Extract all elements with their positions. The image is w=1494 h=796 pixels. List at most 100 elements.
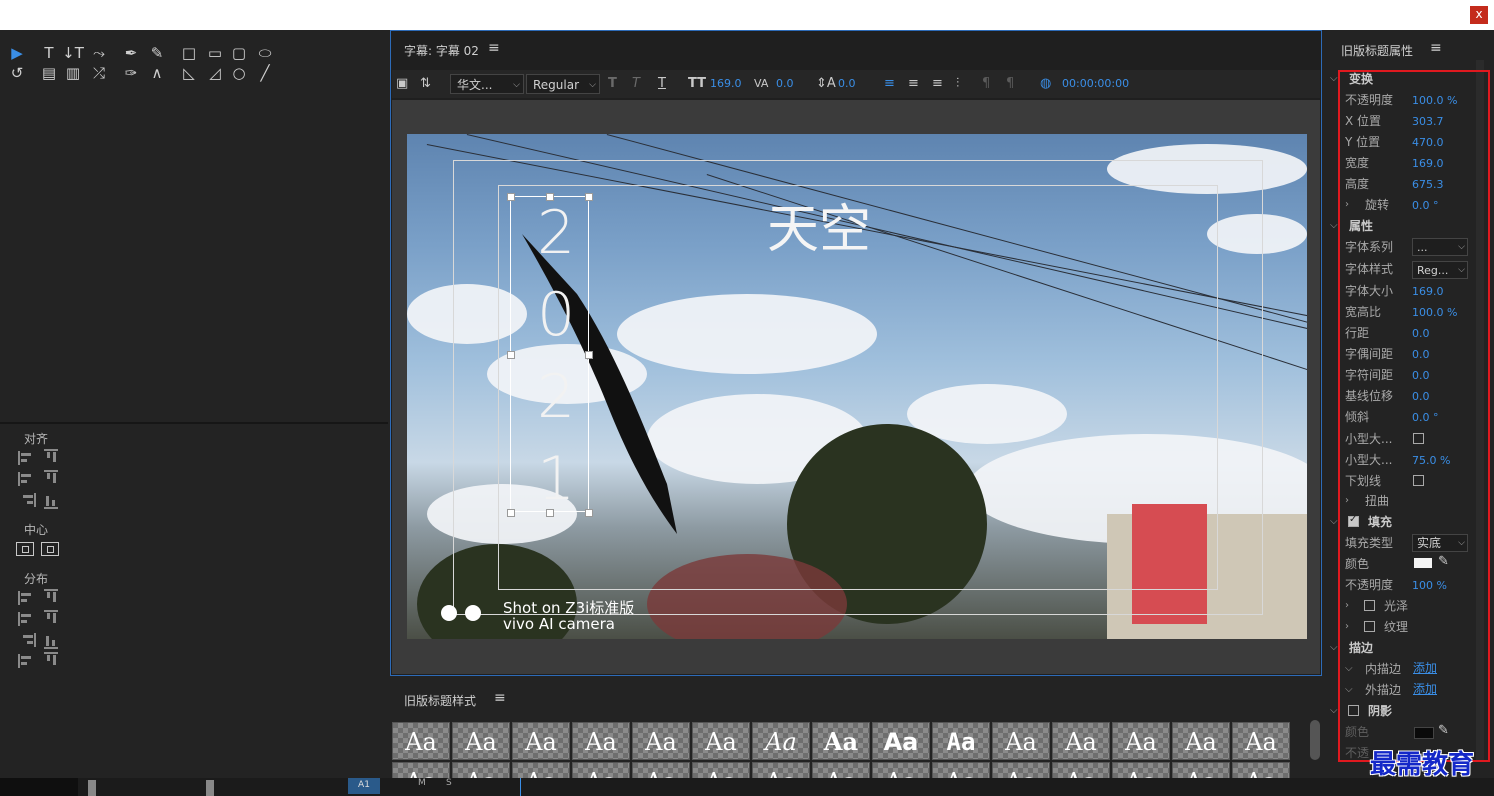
panel-menu-icon[interactable]: ≡	[494, 690, 506, 706]
show-background-video-icon[interactable]: ◍	[1040, 70, 1051, 98]
distribute-top-icon[interactable]	[44, 589, 58, 607]
distribute-horizontal-even-icon[interactable]	[18, 654, 36, 668]
selection-tool-icon[interactable]: ▶	[6, 43, 28, 63]
align-left-text-icon[interactable]: ≡	[884, 70, 895, 98]
tools-panel	[0, 30, 388, 780]
style-swatch[interactable]: Aa	[1052, 722, 1110, 760]
rotation-tool-icon[interactable]: ↺	[6, 63, 28, 83]
vertical-path-type-tool-icon[interactable]: ⤮	[88, 63, 110, 83]
resize-handle[interactable]	[585, 509, 593, 517]
bold-icon[interactable]: T	[608, 70, 617, 98]
style-swatch[interactable]: Aa	[392, 722, 450, 760]
type-tool-icon[interactable]: T	[38, 43, 60, 63]
chevron-down-icon[interactable]: ⌵	[1330, 514, 1338, 530]
distribute-bottom-icon[interactable]	[44, 631, 58, 649]
panel-menu-icon[interactable]: ≡	[1430, 40, 1442, 56]
playhead[interactable]	[520, 778, 521, 796]
wedge-tool-icon[interactable]: ◺	[178, 63, 200, 83]
style-swatch[interactable]: Aa	[932, 722, 990, 760]
chevron-down-icon[interactable]: ⌵	[1330, 71, 1338, 87]
vertical-title-char[interactable]: 2	[537, 367, 575, 427]
solo-button[interactable]: S	[446, 778, 452, 788]
distribute-left-icon[interactable]	[18, 591, 36, 605]
path-type-tool-icon[interactable]: ⤳	[88, 43, 110, 63]
style-swatch[interactable]: Aa	[452, 722, 510, 760]
align-vcenter-icon[interactable]	[44, 470, 58, 488]
style-swatch[interactable]: Aa	[812, 722, 870, 760]
styles-panel-tab[interactable]: 旧版标题样式	[404, 692, 476, 709]
center-vertical-icon[interactable]	[41, 542, 59, 556]
style-swatch[interactable]: Aa	[1112, 722, 1170, 760]
style-swatch[interactable]: Aa	[692, 722, 750, 760]
style-swatch[interactable]: Aa	[1172, 722, 1230, 760]
resize-handle[interactable]	[507, 193, 515, 201]
leading-value[interactable]: 0.0	[838, 70, 856, 98]
chevron-down-icon[interactable]: ⌵	[1330, 218, 1338, 234]
distribute-right-icon[interactable]	[18, 633, 36, 647]
resize-handle[interactable]	[585, 193, 593, 201]
close-button[interactable]: x	[1470, 6, 1488, 24]
center-horizontal-icon[interactable]	[16, 542, 34, 556]
line-tool-icon[interactable]: ╱	[254, 63, 276, 83]
resize-handle[interactable]	[507, 509, 515, 517]
align-bottom-icon[interactable]	[44, 491, 58, 509]
resize-handle[interactable]	[507, 351, 515, 359]
align-center-text-icon[interactable]: ≡	[908, 70, 919, 98]
vertical-title-char[interactable]: 1	[537, 449, 575, 509]
properties-panel-tab[interactable]: 旧版标题属性	[1341, 42, 1413, 59]
styles-scrollbar[interactable]	[1310, 720, 1320, 760]
roll-crawl-options-icon[interactable]: ⇅	[420, 70, 431, 98]
tab-stops-icon[interactable]: ⫶	[956, 70, 959, 98]
align-left-icon[interactable]	[18, 451, 36, 465]
chevron-down-icon[interactable]: ⌵	[1330, 640, 1338, 656]
vertical-type-tool-icon[interactable]: ↓T	[62, 43, 84, 63]
track-a1-button[interactable]: A1	[348, 778, 380, 794]
timecode-value[interactable]: 00:00:00:00	[1062, 70, 1129, 98]
mute-button[interactable]: M	[418, 778, 426, 788]
style-swatch[interactable]: Aa	[572, 722, 630, 760]
arc-tool-icon[interactable]: ◿	[204, 63, 226, 83]
underline-icon[interactable]: T	[658, 70, 666, 98]
rounded-corner-rect-tool-icon[interactable]: ▭	[204, 43, 226, 63]
text-direction-rtl-icon[interactable]: ¶	[1006, 70, 1014, 98]
font-family-dropdown[interactable]: 华文... ⌵	[450, 74, 524, 94]
new-title-icon[interactable]: ▣	[396, 70, 408, 98]
style-swatch[interactable]: Aa	[992, 722, 1050, 760]
resize-handle[interactable]	[585, 351, 593, 359]
clipped-corner-rect-tool-icon[interactable]: ▢	[228, 43, 250, 63]
pen-tool-icon[interactable]: ✒	[120, 43, 142, 63]
delete-anchor-tool-icon[interactable]: ✎	[146, 43, 168, 63]
timeline-marker[interactable]	[206, 780, 214, 796]
align-right-icon[interactable]	[18, 493, 36, 507]
vertical-title-char[interactable]: 2	[537, 203, 575, 263]
align-right-text-icon[interactable]: ≡	[932, 70, 943, 98]
style-swatch[interactable]: Aa	[752, 722, 810, 760]
align-hcenter-icon[interactable]	[18, 472, 36, 486]
distribute-vcenter-icon[interactable]	[44, 610, 58, 628]
style-swatch[interactable]: Aa	[512, 722, 570, 760]
sky-title-text[interactable]: 天空	[767, 200, 871, 260]
italic-icon[interactable]: T	[632, 70, 640, 98]
font-size-value[interactable]: 169.0	[710, 70, 742, 98]
chevron-down-icon[interactable]: ⌵	[1330, 703, 1338, 719]
title-panel-tab[interactable]: 字幕: 字幕 02	[404, 42, 479, 59]
timeline-marker[interactable]	[88, 780, 96, 796]
align-top-icon[interactable]	[44, 449, 58, 467]
ellipse-tool-icon[interactable]: ○	[228, 63, 250, 83]
style-swatch[interactable]: Aa	[1232, 722, 1290, 760]
vertical-area-type-tool-icon[interactable]: ▥	[62, 63, 84, 83]
style-swatch[interactable]: Aa	[632, 722, 690, 760]
add-anchor-tool-icon[interactable]: ✑	[120, 63, 142, 83]
font-style-dropdown[interactable]: Regular ⌵	[526, 74, 600, 94]
distribute-hcenter-icon[interactable]	[18, 612, 36, 626]
area-type-tool-icon[interactable]: ▤	[38, 63, 60, 83]
convert-anchor-tool-icon[interactable]: ∧	[146, 63, 168, 83]
rectangle-tool-icon[interactable]: □	[178, 43, 200, 63]
distribute-vertical-even-icon[interactable]	[44, 652, 58, 670]
kerning-value[interactable]: 0.0	[776, 70, 794, 98]
rounded-rect-tool-icon[interactable]: ⬭	[254, 43, 276, 63]
text-direction-ltr-icon[interactable]: ¶	[982, 70, 990, 98]
style-swatch[interactable]: Aa	[872, 722, 930, 760]
vertical-title-char[interactable]: 0	[537, 285, 575, 345]
panel-menu-icon[interactable]: ≡	[488, 40, 500, 56]
